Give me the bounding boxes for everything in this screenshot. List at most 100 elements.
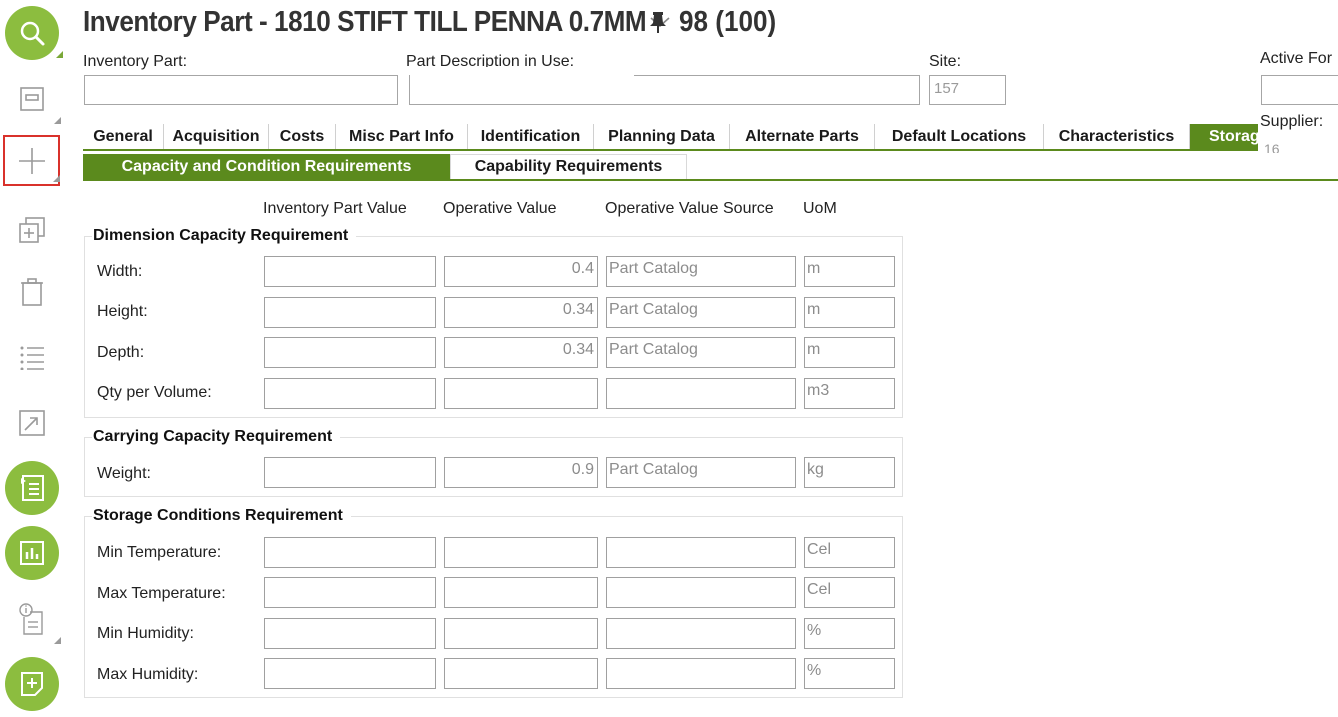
tab-misc-part-info[interactable]: Misc Part Info <box>336 124 468 149</box>
row-label: Max Humidity: <box>97 666 199 683</box>
inventory-part-value-field[interactable] <box>264 378 436 409</box>
add-note-button[interactable] <box>5 657 59 711</box>
export-icon <box>19 410 45 436</box>
operative-value-source-field[interactable] <box>606 618 796 649</box>
uom-field[interactable]: m3 <box>804 378 895 409</box>
column-operative-value-source: Operative Value Source <box>605 200 774 217</box>
row-label: Height: <box>97 303 148 320</box>
operative-value-source-field[interactable] <box>606 658 796 689</box>
operative-value-source-field[interactable] <box>606 577 796 608</box>
part-description-label: Part Description in Use: <box>406 53 575 67</box>
row-label: Width: <box>97 263 143 280</box>
subtab-capability[interactable]: Capability Requirements <box>450 154 687 179</box>
analytics-button[interactable] <box>5 526 59 580</box>
left-toolbar <box>0 0 66 717</box>
operative-value-source-field[interactable]: Part Catalog <box>606 256 796 287</box>
operative-value-field[interactable]: 0.34 <box>444 337 598 368</box>
duplicate-icon <box>19 217 45 243</box>
operative-value-field[interactable]: 0.9 <box>444 457 598 488</box>
tab-costs[interactable]: Costs <box>269 124 336 149</box>
sub-tabs: Capacity and Condition Requirements Capa… <box>83 154 1338 181</box>
operative-value-field[interactable] <box>444 577 598 608</box>
supplier-value[interactable]: 16 <box>1264 141 1280 153</box>
operative-value-field[interactable]: 0.34 <box>444 297 598 328</box>
inventory-part-value-field[interactable] <box>264 618 436 649</box>
inventory-part-value-field[interactable] <box>264 256 436 287</box>
group-title: Dimension Capacity Requirement <box>92 227 357 245</box>
main-tabs: General Acquisition Costs Misc Part Info… <box>83 124 1338 151</box>
delete-icon <box>21 278 43 306</box>
inventory-part-value-field[interactable] <box>264 337 436 368</box>
active-for-label: Active For <box>1260 50 1333 67</box>
carrying-capacity-group: Carrying Capacity Requirement Weight: 0.… <box>84 428 903 497</box>
add-note-icon <box>21 672 43 696</box>
row-label: Depth: <box>97 344 145 361</box>
inventory-part-label: Inventory Part: <box>83 53 188 70</box>
details-button[interactable] <box>5 461 59 515</box>
details-icon <box>21 475 44 501</box>
operative-value-source-field[interactable] <box>606 537 796 568</box>
operative-value-source-field[interactable]: Part Catalog <box>606 457 796 488</box>
operative-value-source-field[interactable] <box>606 378 796 409</box>
storage-conditions-group: Storage Conditions Requirement Min Tempe… <box>84 507 903 698</box>
pin-icon[interactable] <box>647 9 669 35</box>
row-label: Max Temperature: <box>97 585 226 602</box>
site-label: Site: <box>929 53 962 70</box>
tab-general[interactable]: General <box>83 124 164 149</box>
tab-characteristics[interactable]: Characteristics <box>1044 124 1190 149</box>
row-label: Qty per Volume: <box>97 384 212 401</box>
supplier-area: Supplier: 16 <box>1258 113 1338 153</box>
operative-value-source-field[interactable]: Part Catalog <box>606 297 796 328</box>
delete-button[interactable] <box>5 265 59 319</box>
column-inventory-part-value: Inventory Part Value <box>263 200 407 217</box>
save-button[interactable] <box>5 72 61 126</box>
supplier-label: Supplier: <box>1260 113 1324 130</box>
inventory-part-field[interactable] <box>84 75 398 105</box>
tab-planning-data[interactable]: Planning Data <box>594 124 730 149</box>
uom-field[interactable]: m <box>804 337 895 368</box>
column-operative-value: Operative Value <box>443 200 557 217</box>
uom-field[interactable]: m <box>804 256 895 287</box>
export-button[interactable] <box>5 396 59 450</box>
tab-default-locations[interactable]: Default Locations <box>875 124 1044 149</box>
analytics-icon <box>20 541 44 565</box>
search-button[interactable] <box>5 6 63 60</box>
group-title: Storage Conditions Requirement <box>92 507 351 525</box>
operative-value-field[interactable]: 0.4 <box>444 256 598 287</box>
tab-identification[interactable]: Identification <box>468 124 594 149</box>
tab-acquisition[interactable]: Acquisition <box>164 124 269 149</box>
active-for-field[interactable] <box>1261 75 1338 105</box>
inventory-part-value-field[interactable] <box>264 537 436 568</box>
save-icon <box>20 87 44 111</box>
operative-value-field[interactable] <box>444 658 598 689</box>
uom-field[interactable]: m <box>804 297 895 328</box>
search-icon <box>20 21 45 46</box>
inventory-part-value-field[interactable] <box>264 457 436 488</box>
subtab-capacity-condition[interactable]: Capacity and Condition Requirements <box>83 154 450 179</box>
uom-field[interactable]: Cel <box>804 577 895 608</box>
operative-value-field[interactable] <box>444 618 598 649</box>
inventory-part-value-field[interactable] <box>264 297 436 328</box>
uom-field[interactable]: % <box>804 618 895 649</box>
operative-value-field[interactable] <box>444 537 598 568</box>
duplicate-button[interactable] <box>5 203 59 257</box>
info-icon <box>19 603 43 635</box>
operative-value-field[interactable] <box>444 378 598 409</box>
uom-field[interactable]: kg <box>804 457 895 488</box>
inventory-part-value-field[interactable] <box>264 658 436 689</box>
uom-field[interactable]: Cel <box>804 537 895 568</box>
new-icon <box>18 147 45 174</box>
label-overlap-mask <box>410 70 634 80</box>
uom-field[interactable]: % <box>804 658 895 689</box>
page-title: Inventory Part - 1810 STIFT TILL PENNA 0… <box>83 5 647 38</box>
info-button[interactable] <box>5 592 61 646</box>
list-button[interactable] <box>5 330 59 384</box>
tab-alternate-parts[interactable]: Alternate Parts <box>730 124 875 149</box>
inventory-part-value-field[interactable] <box>264 577 436 608</box>
site-field[interactable]: 157 <box>929 75 1006 105</box>
operative-value-source-field[interactable]: Part Catalog <box>606 337 796 368</box>
new-button[interactable] <box>3 135 60 186</box>
row-label: Min Temperature: <box>97 544 222 561</box>
dimension-capacity-group: Dimension Capacity Requirement Width: 0.… <box>84 227 903 418</box>
row-label: Weight: <box>97 465 151 482</box>
